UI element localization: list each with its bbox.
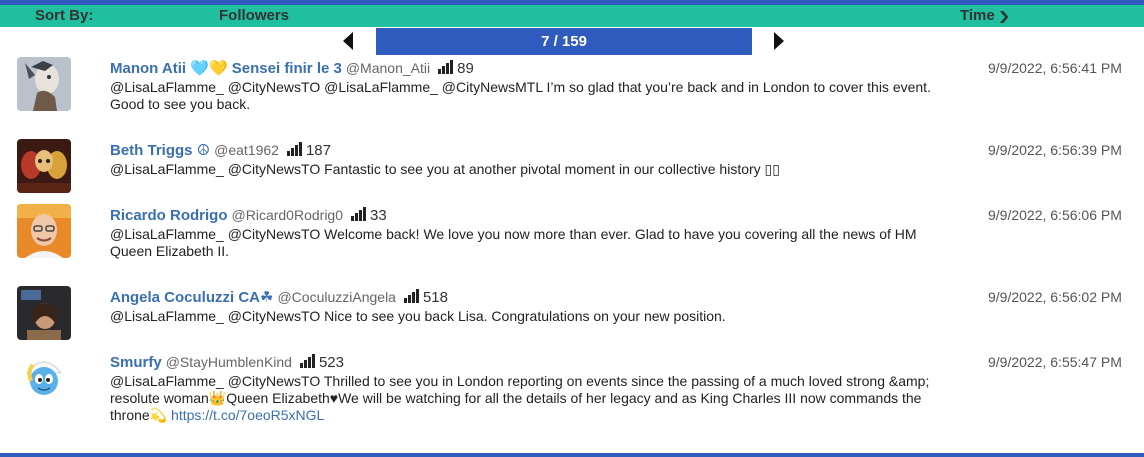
- pager: 7 / 159: [0, 28, 1144, 55]
- avatar[interactable]: [17, 204, 71, 258]
- followers-count: 33: [370, 207, 387, 224]
- author-name[interactable]: Smurfy: [110, 354, 162, 371]
- author-name[interactable]: Angela Coculuzzi CA☘: [110, 289, 273, 306]
- tweet-text: @LisaLaFlamme_ @CityNewsTO Nice to see y…: [110, 308, 726, 324]
- sort-followers-button[interactable]: Followers: [219, 7, 289, 24]
- page-indicator: 7 / 159: [376, 28, 752, 55]
- author-handle[interactable]: @eat1962: [214, 142, 279, 158]
- author-handle[interactable]: @Ricard0Rodrig0: [232, 207, 343, 223]
- followers-bars-icon: [351, 207, 367, 221]
- tweet-text: @LisaLaFlamme_ @CityNewsTO Welcome back!…: [110, 226, 917, 259]
- tweet-time: 9/9/2022, 6:56:41 PM: [988, 60, 1122, 76]
- tweet-text: @LisaLaFlamme_ @CityNewsTO Fantastic to …: [110, 161, 780, 177]
- author-name[interactable]: Ricardo Rodrigo: [110, 207, 228, 224]
- tweet-time: 9/9/2022, 6:56:06 PM: [988, 207, 1122, 223]
- sort-bar: Sort By: Followers Time ❯: [0, 5, 1144, 27]
- bottom-border: [0, 453, 1144, 457]
- avatar[interactable]: [17, 139, 71, 193]
- tweet-text: @LisaLaFlamme_ @CityNewsTO @LisaLaFlamme…: [110, 79, 931, 112]
- followers-count: 523: [318, 354, 344, 371]
- tweet-header: Manon Atii 🩵💛 Sensei finir le 3 @Manon_At…: [110, 59, 474, 77]
- tweet-header: Smurfy @StayHumblenKind 523: [110, 353, 344, 371]
- tweet-link[interactable]: https://t.co/7oeoR5xNGL: [171, 407, 324, 423]
- avatar[interactable]: [17, 57, 71, 111]
- sort-time-button[interactable]: Time ❯: [960, 7, 1011, 24]
- next-page-icon[interactable]: [774, 32, 784, 50]
- tweet-text-block: @LisaLaFlamme_ @CityNewsTO Thrilled to s…: [110, 373, 940, 424]
- author-name[interactable]: Beth Triggs ☮: [110, 142, 210, 159]
- tweet-header: Beth Triggs ☮ @eat1962 187: [110, 141, 331, 159]
- author-name[interactable]: Manon Atii 🩵💛 Sensei finir le 3: [110, 60, 342, 77]
- tweet-time: 9/9/2022, 6:55:47 PM: [988, 354, 1122, 370]
- followers-bars-icon: [438, 60, 454, 74]
- sort-by-label: Sort By:: [35, 7, 94, 24]
- previous-page-icon[interactable]: [343, 32, 353, 50]
- avatar[interactable]: [17, 351, 71, 405]
- tweet-time: 9/9/2022, 6:56:02 PM: [988, 289, 1122, 305]
- followers-bars-icon: [299, 354, 316, 368]
- author-handle[interactable]: @Manon_Atii: [346, 60, 430, 76]
- avatar[interactable]: [17, 286, 71, 340]
- author-handle[interactable]: @StayHumblenKind: [166, 354, 292, 370]
- tweet-header: Ricardo Rodrigo @Ricard0Rodrig0 33: [110, 206, 387, 224]
- followers-bars-icon: [403, 289, 420, 303]
- followers-count: 89: [457, 60, 474, 77]
- tweet-time: 9/9/2022, 6:56:39 PM: [988, 142, 1122, 158]
- followers-count: 187: [305, 142, 331, 159]
- followers-bars-icon: [286, 142, 303, 156]
- sort-followers-label: Followers: [219, 7, 290, 24]
- author-handle[interactable]: @CoculuzziAngela: [277, 289, 396, 305]
- tweet-header: Angela Coculuzzi CA☘ @CoculuzziAngela 518: [110, 288, 448, 306]
- followers-count: 518: [422, 289, 448, 306]
- chevron-down-icon: ❯: [997, 9, 1011, 23]
- sort-time-label: Time: [960, 7, 995, 24]
